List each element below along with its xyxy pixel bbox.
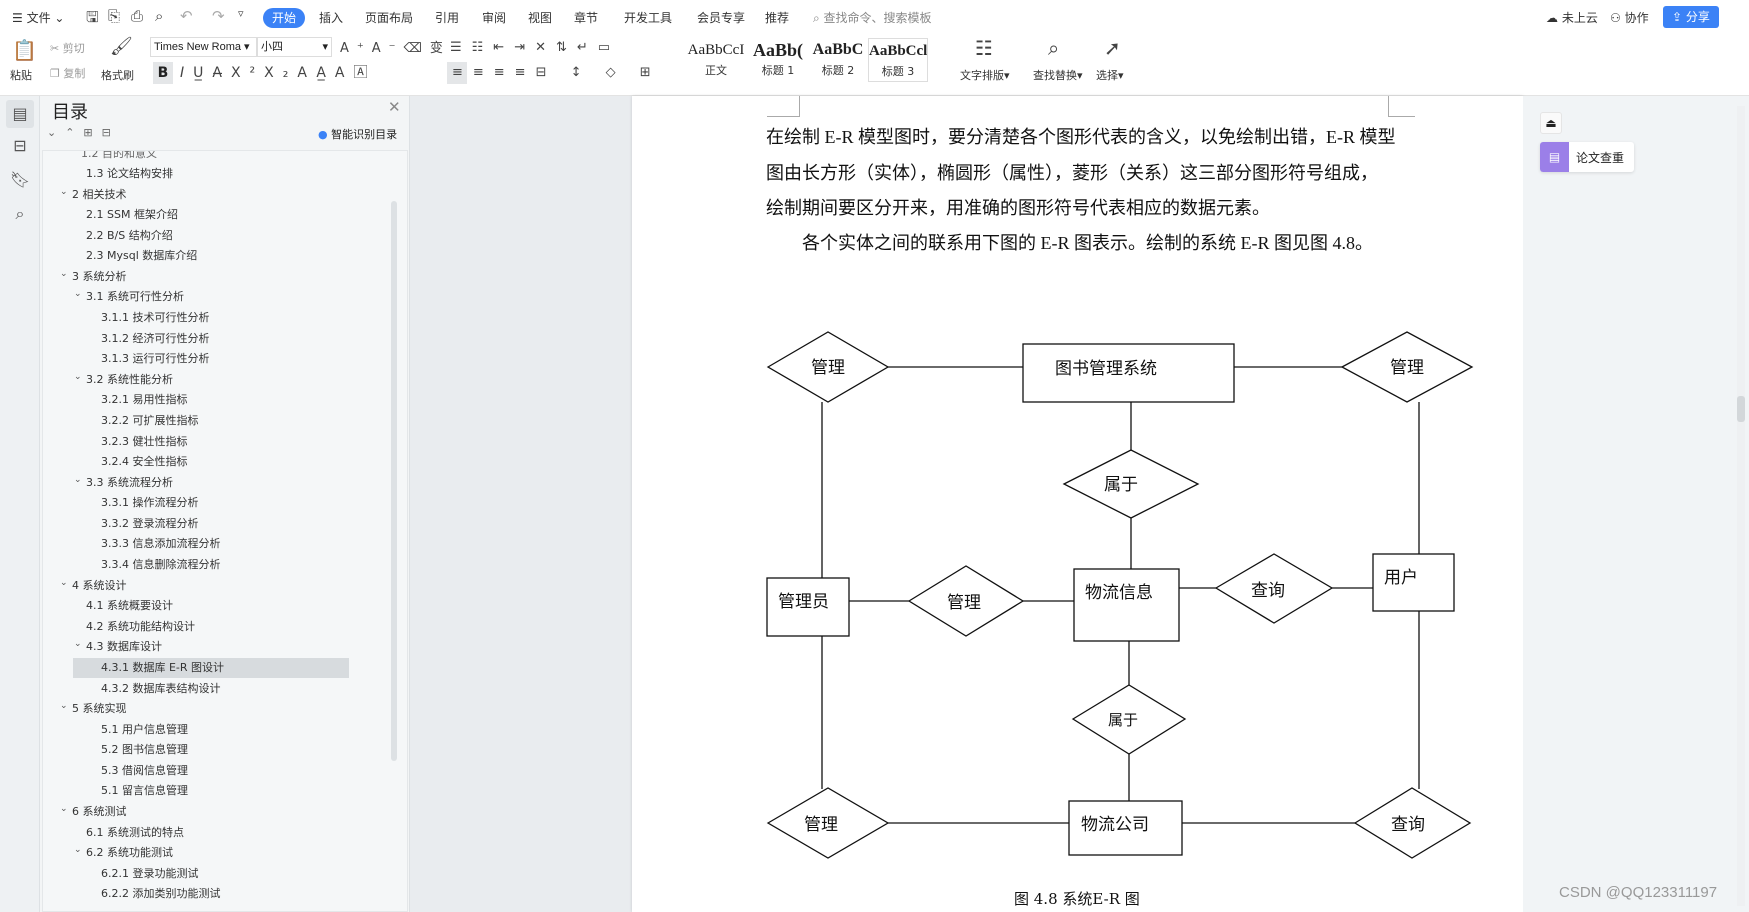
entity-label: 管理员 xyxy=(778,592,829,612)
relation-label: 查询 xyxy=(1391,815,1425,835)
relation-label: 管理 xyxy=(804,815,838,835)
right-panel: ⏏ ▤ 论文查重 CSDN @QQ123311197 xyxy=(1523,96,1749,912)
entity-label: 物流公司 xyxy=(1081,815,1149,835)
relation-label: 管理 xyxy=(947,593,981,613)
plagiarism-check-label: 论文查重 xyxy=(1576,151,1625,165)
entity-logistics-info xyxy=(1073,568,1180,642)
collapse-icon[interactable]: ⏏ xyxy=(1540,112,1562,134)
relation-label: 属于 xyxy=(1104,475,1138,495)
relation-label: 查询 xyxy=(1251,581,1285,601)
vertical-scrollbar[interactable] xyxy=(1737,106,1745,906)
figure-caption: 图 4.8 系统E-R 图 xyxy=(1014,890,1140,908)
relation-label: 属于 xyxy=(1108,711,1138,729)
relation-label: 管理 xyxy=(1390,358,1424,378)
plagiarism-check-button[interactable]: ▤ 论文查重 xyxy=(1540,142,1634,172)
scrollbar-thumb[interactable] xyxy=(1737,396,1745,422)
er-diagram: 图书管理系统 管理员 物流信息 用户 物流公司 管理 管理 属于 管理 查询 属… xyxy=(766,331,1474,908)
entity-label: 图书管理系统 xyxy=(1055,359,1157,379)
watermark: CSDN @QQ123311197 xyxy=(1559,884,1718,901)
entity-label: 用户 xyxy=(1384,568,1418,588)
plagiarism-icon: ▤ xyxy=(1540,142,1569,172)
relation-label: 管理 xyxy=(811,358,845,378)
entity-label: 物流信息 xyxy=(1085,583,1153,603)
